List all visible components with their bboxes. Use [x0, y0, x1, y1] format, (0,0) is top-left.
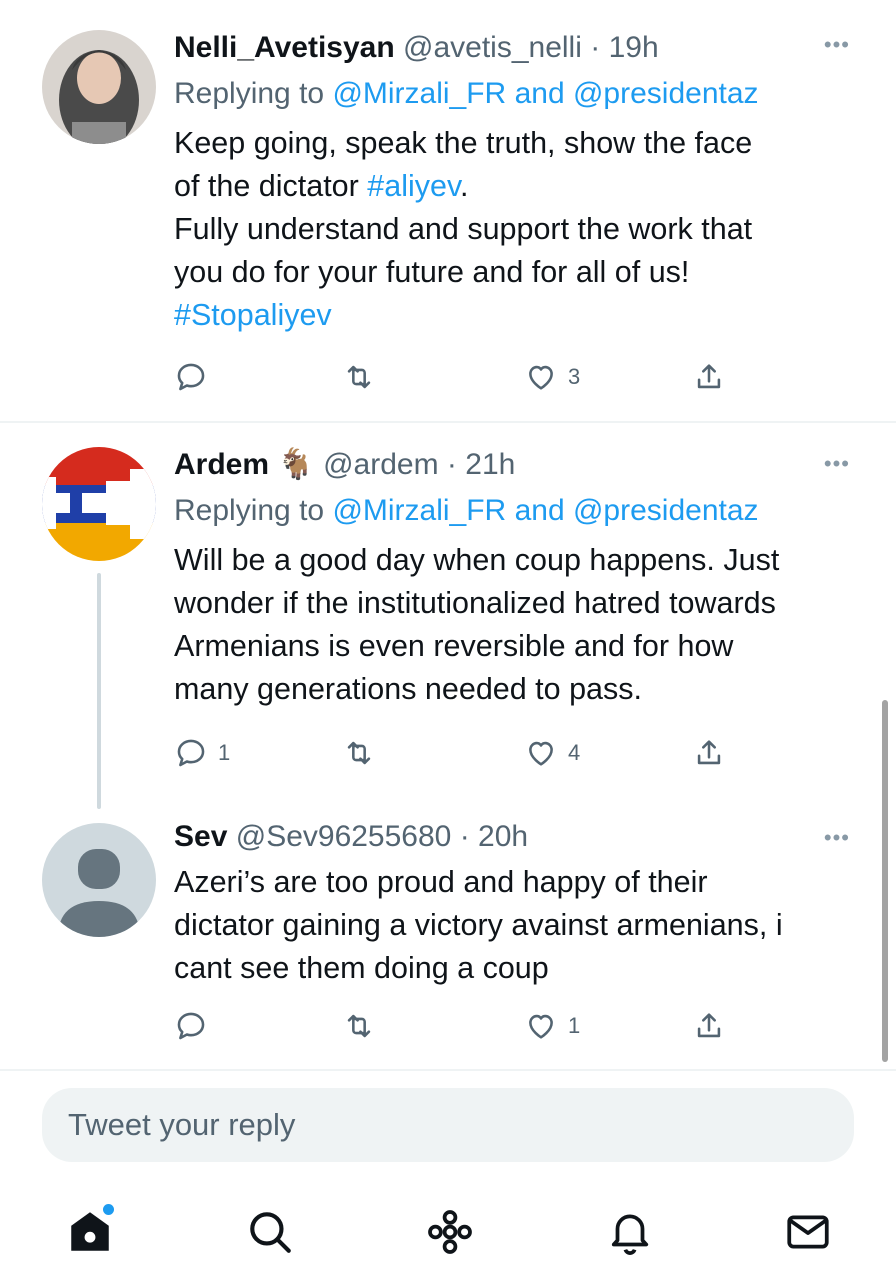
display-name[interactable]: Nelli_Avetisyan [174, 31, 395, 64]
retweet-icon [347, 741, 371, 765]
reply-button[interactable]: 1 [174, 733, 230, 773]
mention-link[interactable]: @Mirzali_FR [332, 77, 506, 110]
reply-icon [177, 363, 205, 391]
retweet-button[interactable] [342, 1006, 386, 1046]
tweet-1[interactable]: ••• Nelli_Avetisyan @avetis_nelli · 19h … [0, 0, 896, 420]
share-button[interactable] [692, 357, 726, 397]
notification-dot [103, 1204, 114, 1215]
mention-link[interactable]: @Mirzali_FR [332, 494, 506, 527]
like-button[interactable]: 3 [524, 357, 580, 397]
mention-link[interactable]: @presidentaz [573, 494, 759, 527]
share-icon [697, 740, 721, 765]
dot-separator: · [459, 820, 470, 853]
tweet-text: Azeri’s are too proud and happy of their… [174, 865, 783, 985]
heart-icon [529, 1014, 553, 1039]
tweet-text: Keep going, speak the truth, show the fa… [174, 126, 753, 332]
like-button[interactable]: 4 [524, 733, 580, 773]
nav-spaces[interactable] [420, 1202, 480, 1262]
nav-home[interactable] [60, 1202, 120, 1262]
timestamp[interactable]: 19h [609, 31, 659, 64]
reply-box[interactable] [42, 1088, 854, 1162]
bottom-nav [0, 1180, 896, 1280]
handle[interactable]: @Sev96255680 [236, 820, 452, 853]
retweet-icon [347, 365, 371, 389]
display-name[interactable]: Sev [174, 820, 227, 853]
share-button[interactable] [692, 733, 726, 773]
replying-to: Replying to @Mirzali_FR and @presidentaz [174, 77, 759, 110]
spaces-icon [428, 1210, 472, 1254]
like-count: 3 [568, 364, 581, 389]
thread-line [97, 573, 101, 809]
reply-icon [177, 1012, 205, 1040]
heart-icon [529, 365, 553, 390]
reply-button[interactable] [174, 357, 218, 397]
nav-messages[interactable] [778, 1202, 838, 1262]
mention-and: and [506, 77, 573, 110]
mail-icon [787, 1215, 829, 1249]
tweet-text: Will be a good day when coup happens. Ju… [174, 543, 780, 706]
like-count: 4 [568, 740, 581, 765]
handle[interactable]: @ardem [323, 448, 439, 481]
like-count: 1 [568, 1013, 581, 1038]
tweet-reply-input[interactable] [42, 1088, 854, 1162]
bell-icon [611, 1214, 649, 1255]
search-icon [250, 1212, 291, 1253]
avatar-ardem[interactable] [42, 447, 156, 561]
display-name[interactable]: Ardem [174, 448, 269, 481]
share-icon [697, 364, 721, 389]
default-avatar-icon [42, 823, 156, 937]
hashtag-link[interactable]: #Stopaliyev [174, 298, 332, 332]
artsakh-flag-avatar [42, 447, 156, 561]
heart-icon [529, 741, 553, 766]
avatar-sev[interactable] [42, 823, 156, 937]
scrollbar[interactable] [882, 700, 888, 1062]
reply-button[interactable] [174, 1006, 218, 1046]
timestamp[interactable]: 20h [478, 820, 528, 853]
share-button[interactable] [692, 1006, 726, 1046]
nav-search[interactable] [240, 1202, 300, 1262]
mention-link[interactable]: @presidentaz [573, 77, 759, 110]
handle[interactable]: @avetis_nelli [403, 31, 582, 64]
mention-and: and [506, 494, 573, 527]
avatar-photo [42, 30, 156, 144]
retweet-button[interactable] [342, 357, 386, 397]
goat-emoji: 🐐 [277, 448, 315, 481]
tweet-actions: 1 4 [174, 733, 774, 773]
tweet-actions: 1 [174, 1006, 774, 1046]
reply-count: 1 [218, 740, 231, 765]
avatar-nelli[interactable] [42, 30, 156, 144]
share-icon [697, 1013, 721, 1038]
retweet-icon [347, 1014, 371, 1038]
nav-notifications[interactable] [600, 1202, 660, 1262]
dot-separator: · [446, 448, 457, 481]
dot-separator: · [590, 31, 601, 64]
tweet-actions: 3 [174, 357, 774, 397]
retweet-button[interactable] [342, 733, 386, 773]
hashtag-link[interactable]: #aliyev [367, 169, 460, 203]
replying-to: Replying to @Mirzali_FR and @presidentaz [174, 494, 759, 527]
like-button[interactable]: 1 [524, 1006, 580, 1046]
reply-icon [177, 739, 205, 767]
tweet-2[interactable]: ••• Ardem 🐐 @ardem · 21h Replying to @Mi… [0, 423, 896, 809]
tweet-3[interactable]: ••• Sev @Sev96255680 · 20h Azeri’s are t… [0, 803, 896, 1069]
reply-divider [0, 1069, 896, 1071]
timestamp[interactable]: 21h [465, 448, 515, 481]
